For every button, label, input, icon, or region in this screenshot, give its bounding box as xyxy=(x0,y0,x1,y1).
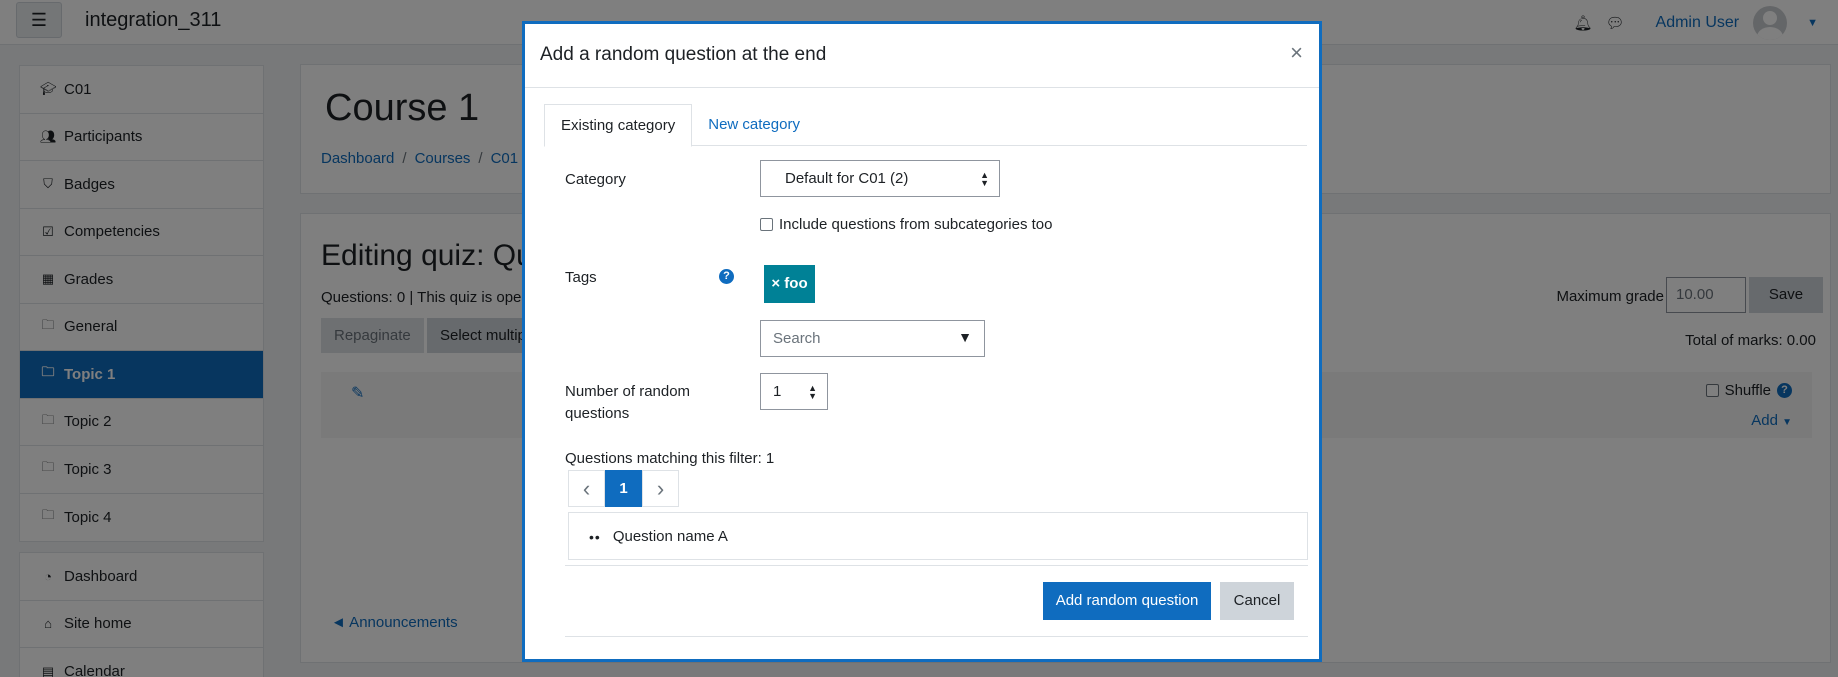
chevron-right-icon: › xyxy=(656,475,665,501)
subcategories-checkbox[interactable] xyxy=(760,218,773,231)
dropdown-triangle-icon[interactable]: ▼ xyxy=(958,329,972,345)
matching-count: Questions matching this filter: 1 xyxy=(565,450,775,467)
category-label: Category xyxy=(565,171,626,188)
num-random-label: Number of random questions xyxy=(565,383,691,422)
help-icon[interactable]: ? xyxy=(719,269,734,284)
tab-new-category[interactable]: New category xyxy=(692,104,816,145)
page-1-button[interactable]: 1 xyxy=(605,470,642,507)
question-list: •• Question name A xyxy=(568,512,1308,560)
divider xyxy=(565,636,1308,637)
prev-page-button[interactable]: ‹ xyxy=(568,470,605,507)
dialog-title: Add a random question at the end xyxy=(540,44,827,65)
tab-existing-category[interactable]: Existing category xyxy=(544,104,693,147)
tags-label: Tags xyxy=(565,269,597,286)
divider xyxy=(565,565,1308,566)
category-select[interactable]: Default for C01 (2) ▲ ▼ xyxy=(760,160,1000,197)
search-placeholder: Search xyxy=(773,330,821,347)
subcategories-option: Include questions from subcategories too xyxy=(760,216,1053,233)
cancel-button[interactable]: Cancel xyxy=(1220,582,1294,620)
random-question-dialog: Add a random question at the end × Exist… xyxy=(522,21,1322,662)
dialog-header: Add a random question at the end × xyxy=(525,24,1319,88)
list-item: •• Question name A xyxy=(589,528,728,545)
question-name: Question name A xyxy=(612,528,728,545)
select-arrows-icon: ▲ ▼ xyxy=(980,169,989,188)
num-random-select[interactable]: 1 ▲ ▼ xyxy=(760,373,828,410)
category-tabs: Existing category New category xyxy=(544,104,1307,147)
tag-badge[interactable]: × foo xyxy=(764,265,815,303)
select-arrows-icon: ▲ ▼ xyxy=(808,382,817,401)
bullet-icon: •• xyxy=(589,528,601,545)
add-random-question-button[interactable]: Add random question xyxy=(1043,582,1211,620)
close-icon[interactable]: × xyxy=(1290,42,1303,64)
chevron-left-icon: ‹ xyxy=(582,475,591,501)
next-page-button[interactable]: › xyxy=(642,470,679,507)
tag-search-input[interactable]: Search ▼ xyxy=(760,320,985,357)
subcategories-label: Include questions from subcategories too xyxy=(779,216,1053,233)
pagination: ‹ 1 › xyxy=(568,470,679,507)
